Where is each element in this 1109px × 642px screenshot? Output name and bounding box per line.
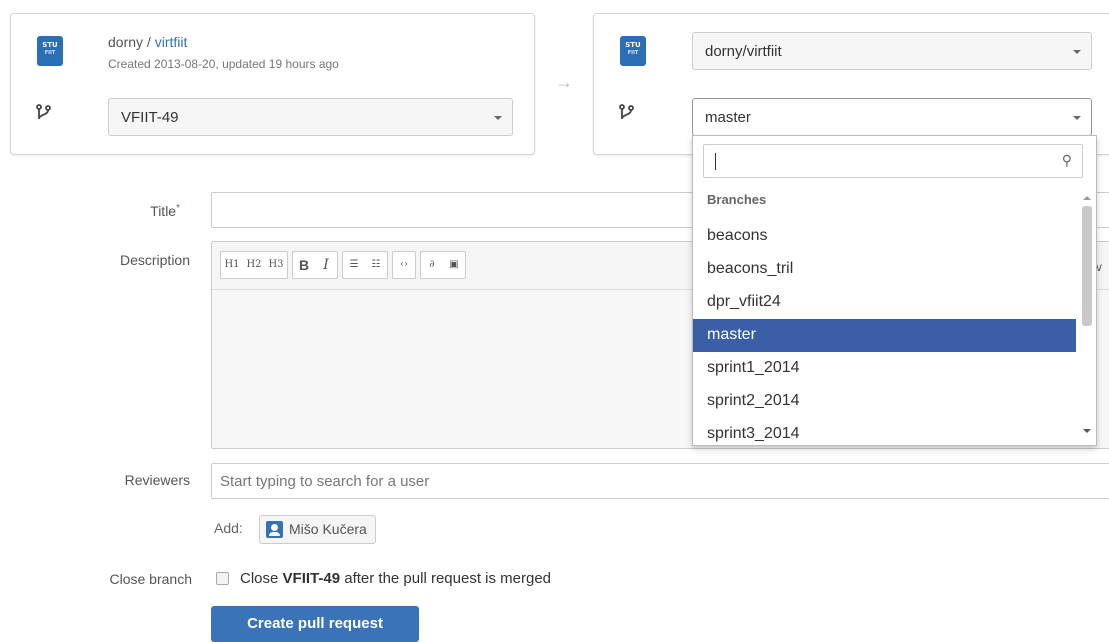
close-branch-label: Close branch xyxy=(109,571,193,587)
target-branch-select[interactable]: master xyxy=(692,98,1092,136)
code-icon[interactable]: ‹› xyxy=(393,252,415,278)
title-label: Title* xyxy=(150,203,180,219)
editor-toolbar: H1 H2 H3 B I ☰ ☷ ‹› ∂ ▣ xyxy=(220,251,466,279)
branch-option[interactable]: sprint2_2014 xyxy=(693,385,1076,418)
stu-fiit-logo: STU FIIT xyxy=(37,36,63,66)
scroll-down-icon[interactable] xyxy=(1083,429,1091,433)
branch-dropdown: ⚲ Branches beacons beacons_tril dpr_vfiit2… xyxy=(692,135,1097,446)
source-repo-name: dorny / virtfiit xyxy=(108,34,188,50)
branch-search-input[interactable]: ⚲ xyxy=(703,144,1083,178)
reviewers-input[interactable]: Start typing to search for a user xyxy=(211,463,1109,499)
source-branch-select[interactable]: VFIIT-49 xyxy=(108,98,513,136)
source-card: STU FIIT dorny / virtfiit Created 2013-08… xyxy=(10,13,535,155)
add-label: Add: xyxy=(214,520,243,536)
branch-option[interactable]: master xyxy=(693,319,1076,352)
close-branch-text: Close VFIIT-49 after the pull request is… xyxy=(240,570,552,587)
heading2-button[interactable]: H2 xyxy=(243,252,265,278)
avatar-icon xyxy=(266,521,283,538)
description-label: Description xyxy=(119,252,190,268)
numbered-list-icon[interactable]: ☷ xyxy=(365,252,387,278)
branch-option[interactable]: sprint3_2014 xyxy=(693,418,1076,445)
scroll-thumb[interactable] xyxy=(1082,206,1092,326)
target-repo-select[interactable]: dorny/virtfiit xyxy=(692,32,1092,70)
source-repo-meta: Created 2013-08-20, updated 19 hours ago xyxy=(108,57,339,71)
source-repo-link[interactable]: virtfiit xyxy=(155,34,188,50)
suggested-reviewer-button[interactable]: Mišo Kučera xyxy=(259,515,376,544)
bold-button[interactable]: B xyxy=(293,252,315,278)
chevron-down-icon xyxy=(1073,116,1081,120)
link-icon[interactable]: ∂ xyxy=(421,252,443,278)
image-icon[interactable]: ▣ xyxy=(443,252,465,278)
bullet-list-icon[interactable]: ☰ xyxy=(343,252,365,278)
stu-fiit-logo: STU FIIT xyxy=(620,36,646,66)
target-repo-value: dorny/virtfiit xyxy=(705,43,782,60)
reviewers-label: Reviewers xyxy=(124,472,190,488)
chevron-down-icon xyxy=(494,116,502,120)
branch-option[interactable]: sprint1_2014 xyxy=(693,352,1076,385)
arrow-right-icon: → xyxy=(555,72,573,92)
source-branch-value: VFIIT-49 xyxy=(121,109,179,126)
heading3-button[interactable]: H3 xyxy=(265,252,287,278)
scroll-up-icon[interactable] xyxy=(1083,196,1091,200)
branch-option[interactable]: beacons xyxy=(693,220,1076,253)
chevron-down-icon xyxy=(1073,50,1081,54)
heading1-button[interactable]: H1 xyxy=(221,252,243,278)
branch-option[interactable]: dpr_vfiit24 xyxy=(693,286,1076,319)
branch-option[interactable]: beacons_tril xyxy=(693,253,1076,286)
reviewer-name: Mišo Kučera xyxy=(289,521,367,537)
target-card: STU FIIT dorny/virtfiit master xyxy=(593,13,1109,155)
close-branch-checkbox[interactable] xyxy=(216,572,229,585)
create-pull-request-button[interactable]: Create pull request xyxy=(211,606,419,642)
search-icon: ⚲ xyxy=(1061,152,1072,168)
italic-button[interactable]: I xyxy=(315,252,337,278)
branch-list: beacons beacons_tril dpr_vfiit24 master spri… xyxy=(693,220,1076,445)
branch-icon xyxy=(619,104,634,119)
branches-header: Branches xyxy=(707,192,767,207)
dropdown-scrollbar[interactable] xyxy=(1080,196,1094,441)
branch-icon xyxy=(36,104,51,119)
target-branch-value: master xyxy=(705,109,751,126)
